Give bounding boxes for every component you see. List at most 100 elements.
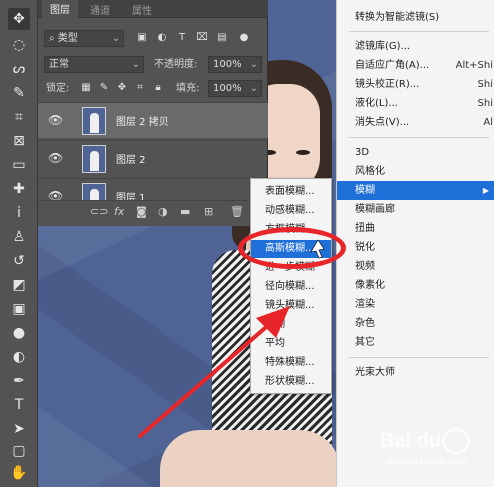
blur-tool-icon[interactable]: ● [8, 322, 30, 344]
mask-icon[interactable]: ◙ [136, 205, 147, 218]
layer-thumbnail [82, 183, 106, 200]
submenu-item-motion-blur[interactable]: 动感模糊... [251, 202, 331, 220]
layers-panel: 图层 通道 属性 ⌕ 类型 ⌄ ▣ ◐ T ⌧ ▤ ● 正常 ⌄ 不透明度: 1… [38, 0, 268, 226]
menu-item-label: 3D [355, 147, 370, 158]
chevron-down-icon: ⌄ [111, 33, 120, 44]
menu-item-filter-gallery[interactable]: 滤镜库(G)... [337, 37, 494, 56]
dodge-tool-icon[interactable]: ◐ [8, 346, 30, 368]
search-icon: ⌕ [49, 33, 58, 44]
opacity-label: 不透明度: [154, 59, 198, 70]
clone-stamp-tool-icon[interactable]: ♙ [8, 226, 30, 248]
blend-opacity-row: 正常 ⌄ 不透明度: 100% ⌄ [38, 54, 268, 76]
frame-tool-icon[interactable]: ⊠ [8, 130, 30, 152]
lock-transparent-icon[interactable]: ▦ [80, 81, 92, 95]
menu-item-blur[interactable]: 模糊 [337, 181, 494, 200]
menu-item-sharpen[interactable]: 锐化 [337, 238, 494, 257]
menu-item-noise[interactable]: 杂色 [337, 314, 494, 333]
menu-item-distort[interactable]: 扭曲 [337, 219, 494, 238]
menu-item-light-master[interactable]: 光束大师 [337, 363, 494, 382]
menu-item-lens-correction[interactable]: 镜头校正(R)... Shi [337, 75, 494, 94]
blend-mode-select[interactable]: 正常 ⌄ [44, 56, 144, 73]
fill-value: 100% [213, 83, 242, 94]
brush-tool-icon[interactable]: ⅰ [8, 202, 30, 224]
visibility-eye-icon[interactable]: 👁︎ [48, 113, 63, 127]
layer-row[interactable]: 👁︎ 图层 2 拷贝 [38, 102, 268, 138]
menu-item-adaptive-wide-angle[interactable]: 自适应广角(A)... Alt+Shi [337, 56, 494, 75]
gradient-tool-icon[interactable]: ▣ [8, 298, 30, 320]
layer-row[interactable]: 👁︎ 图层 1 [38, 178, 268, 200]
spot-heal-tool-icon[interactable]: ✚ [8, 178, 30, 200]
type-tool-icon[interactable]: T [8, 394, 30, 416]
submenu-item-radial-blur[interactable]: 径向模糊... [251, 278, 331, 296]
lock-artboard-icon[interactable]: ⌗ [134, 81, 146, 95]
menu-item-label: 其它 [355, 337, 375, 348]
lock-pixels-icon[interactable]: ✎ [98, 81, 110, 95]
menu-item-render[interactable]: 渲染 [337, 295, 494, 314]
visibility-eye-icon[interactable]: 👁︎ [48, 151, 63, 165]
layer-row[interactable]: 👁︎ 图层 2 [38, 140, 268, 176]
menu-item-vanishing-point[interactable]: 消失点(V)... Al [337, 113, 494, 132]
watermark-url: jingyan.baidu.com [386, 456, 467, 467]
menu-item-label: 光束大师 [355, 367, 395, 378]
tab-channels[interactable]: 通道 [90, 2, 110, 17]
submenu-item-average[interactable]: 平均 [251, 335, 331, 353]
type-filter-icon[interactable]: T [176, 31, 188, 45]
trash-icon[interactable]: 🗑︎ [230, 205, 244, 218]
hand-tool-icon[interactable]: ✋ [8, 462, 30, 484]
smart-object-filter-icon[interactable]: ▤ [216, 31, 228, 45]
shape-filter-icon[interactable]: ⌧ [196, 31, 208, 45]
tab-layers[interactable]: 图层 [42, 0, 78, 19]
chevron-down-icon: ⌄ [131, 59, 140, 70]
history-brush-tool-icon[interactable]: ↺ [8, 250, 30, 272]
chevron-down-icon: ⌄ [249, 59, 258, 70]
menu-item-convert-smart-filter[interactable]: 转换为智能滤镜(S) [337, 8, 494, 27]
adjustment-filter-icon[interactable]: ◐ [156, 31, 168, 45]
menu-item-blur-gallery[interactable]: 模糊画廊 [337, 200, 494, 219]
lasso-tool-icon[interactable]: ᔕ [8, 58, 30, 80]
fx-icon[interactable]: fx [114, 205, 124, 218]
link-icon[interactable]: ⊂⊃ [90, 205, 108, 218]
fill-input[interactable]: 100% ⌄ [208, 80, 262, 97]
marquee-tool-icon[interactable]: ◌ [8, 34, 30, 56]
layer-filter-row: ⌕ 类型 ⌄ ▣ ◐ T ⌧ ▤ ● [38, 28, 268, 50]
layer-kind-value: 类型 [57, 33, 78, 44]
menu-item-liquify[interactable]: 液化(L)... Shi [337, 94, 494, 113]
menu-item-pixelate[interactable]: 像素化 [337, 276, 494, 295]
submenu-item-blur[interactable]: 模糊 [251, 316, 331, 334]
menu-item-label: 视频 [355, 261, 375, 272]
lock-all-icon[interactable]: 🔒︎ [152, 81, 164, 95]
menu-item-video[interactable]: 视频 [337, 257, 494, 276]
new-layer-icon[interactable]: ⊞ [204, 205, 213, 218]
opacity-input[interactable]: 100% ⌄ [208, 56, 262, 73]
ruler-tool-icon[interactable]: ▭ [8, 154, 30, 176]
crop-tool-icon[interactable]: ⌗ [8, 106, 30, 128]
path-select-tool-icon[interactable]: ➤ [8, 418, 30, 440]
menu-separator [349, 31, 489, 32]
submenu-item-lens-blur[interactable]: 镜头模糊... [251, 297, 331, 315]
filter-toggle-icon[interactable]: ● [238, 31, 250, 45]
layer-kind-filter-select[interactable]: ⌕ 类型 ⌄ [44, 30, 124, 47]
menu-item-other[interactable]: 其它 [337, 333, 494, 352]
submenu-item-smart-blur[interactable]: 特殊模糊... [251, 354, 331, 372]
pixel-filter-icon[interactable]: ▣ [136, 31, 148, 45]
layer-name: 图层 2 拷贝 [116, 117, 169, 128]
layer-thumbnail [82, 107, 106, 135]
move-tool-icon[interactable]: ✥ [8, 8, 30, 30]
menu-item-label: 自适应广角(A)... [355, 60, 430, 71]
menu-separator [349, 137, 489, 138]
quick-select-tool-icon[interactable]: ✎ [8, 82, 30, 104]
menu-item-3d[interactable]: 3D [337, 143, 494, 162]
submenu-item-surface-blur[interactable]: 表面模糊... [251, 183, 331, 201]
submenu-item-shape-blur[interactable]: 形状模糊... [251, 373, 331, 391]
group-icon[interactable]: ▬ [180, 205, 190, 218]
tab-properties[interactable]: 属性 [132, 2, 152, 17]
menu-item-stylize[interactable]: 风格化 [337, 162, 494, 181]
visibility-eye-icon[interactable]: 👁︎ [48, 189, 63, 200]
rectangle-tool-icon[interactable]: ▢ [8, 440, 30, 462]
chevron-down-icon: ⌄ [249, 83, 258, 94]
adjustment-icon[interactable]: ◑ [158, 205, 168, 218]
pen-tool-icon[interactable]: ✒ [8, 370, 30, 392]
eraser-tool-icon[interactable]: ◩ [8, 274, 30, 296]
menu-item-label: 镜头校正(R)... [355, 79, 420, 90]
lock-position-icon[interactable]: ✥ [116, 81, 128, 95]
